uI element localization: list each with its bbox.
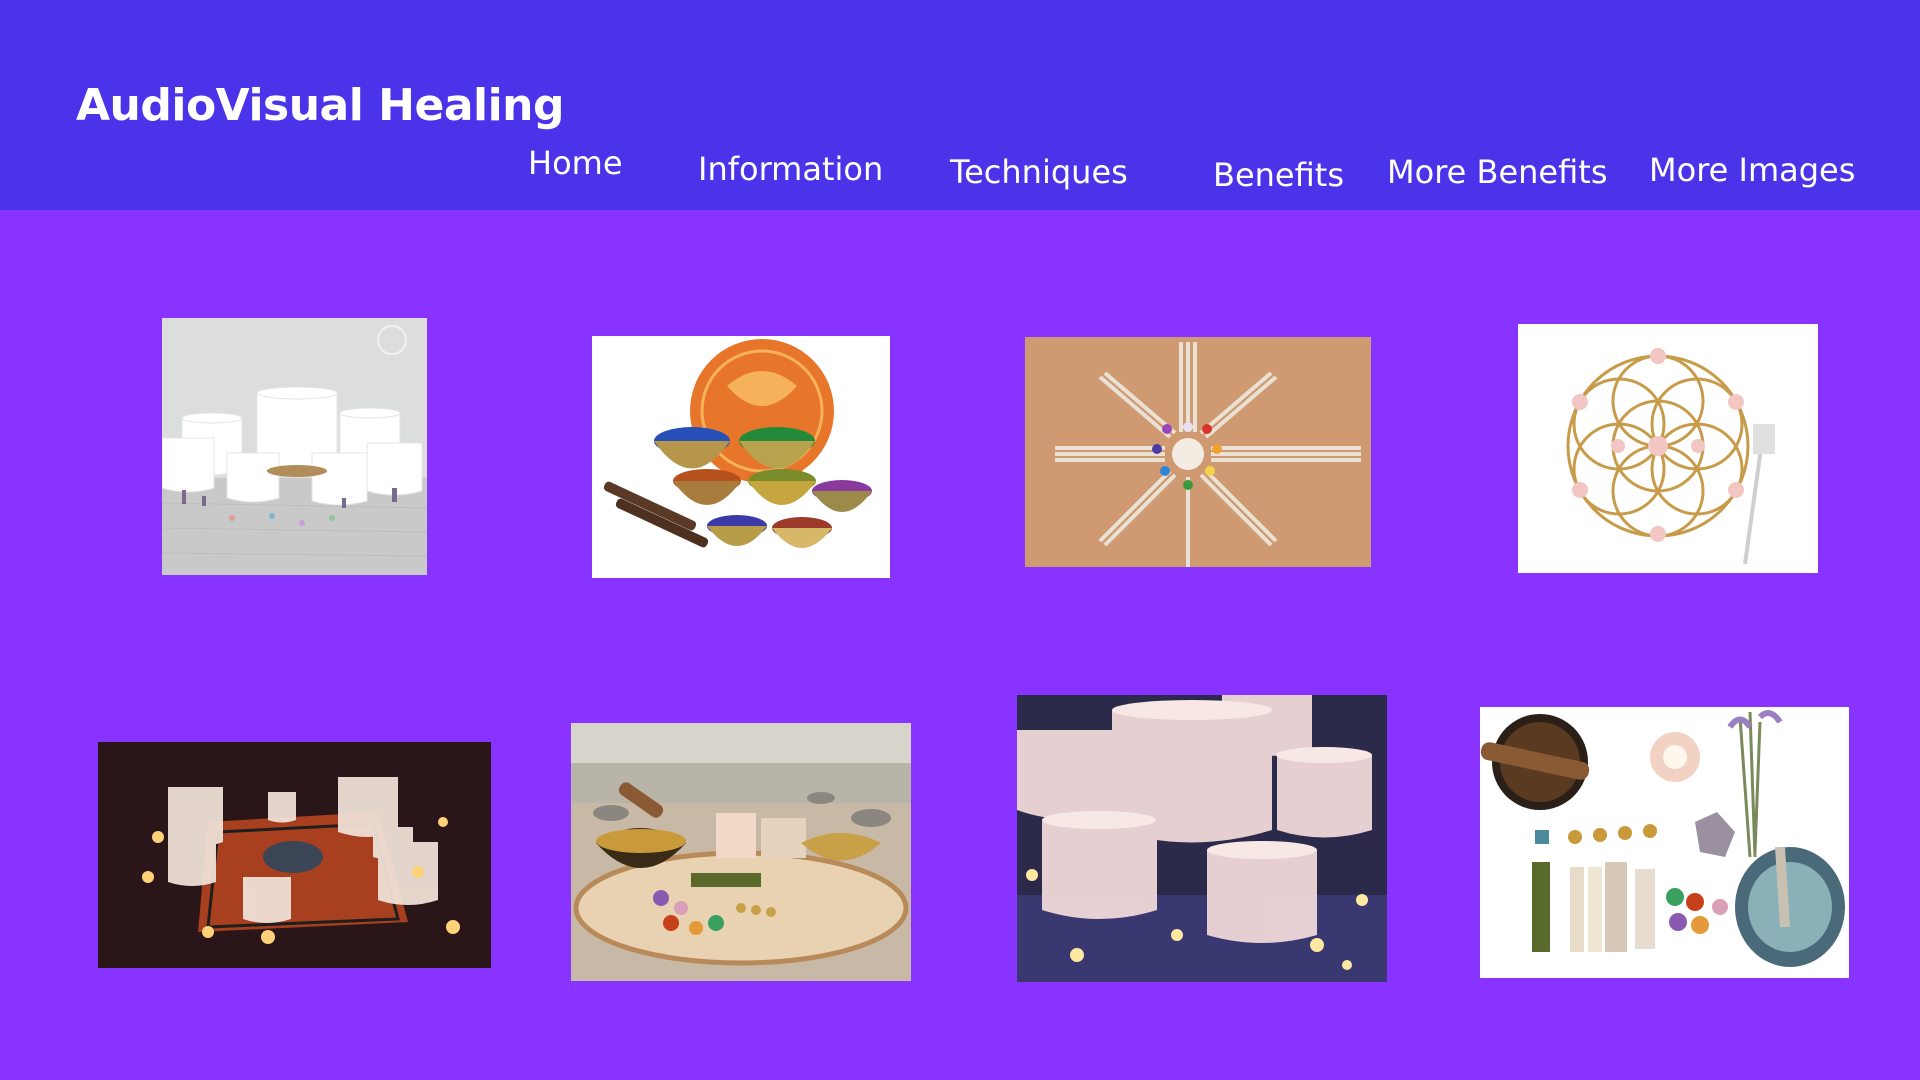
nav-information-link[interactable]: Information [698,150,883,188]
tibetan-bowls-image [592,336,890,578]
nav-techniques-link[interactable]: Techniques [950,153,1128,191]
glowing-crystal-bowls-image [1017,695,1387,982]
site-header: AudioVisual Healing Home Information Tec… [0,0,1920,210]
nav-benefits-link[interactable]: Benefits [1213,156,1344,194]
site-title[interactable]: AudioVisual Healing [76,80,565,131]
tuning-forks-image [1025,337,1371,567]
flatlay-healing-kit-image [1480,707,1849,978]
nav-more-benefits-link[interactable]: More Benefits [1387,153,1607,191]
candlelit-bowls-image [98,742,491,968]
beach-healing-kit-image [571,723,911,981]
nav-more-images-link[interactable]: More Images [1649,151,1855,189]
white-crystal-bowls-image [162,318,427,575]
flower-of-life-image [1518,324,1818,573]
nav-home-link[interactable]: Home [528,144,623,182]
